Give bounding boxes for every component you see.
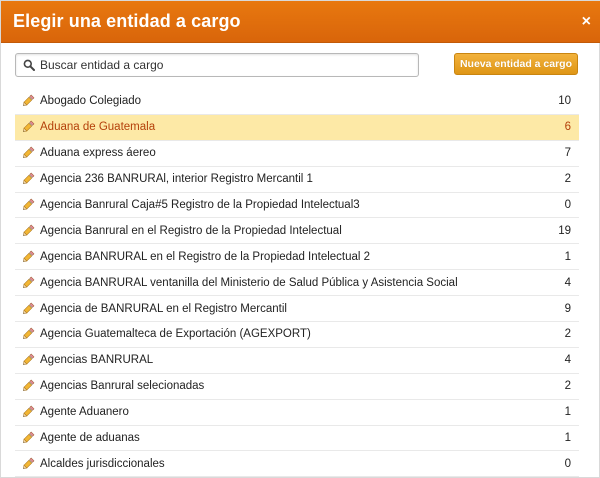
list-item[interactable]: Agencias Banrural selecionadas 2 xyxy=(15,374,579,400)
list-item-label: Agencia Banrural en el Registro de la Pr… xyxy=(40,224,342,237)
list-item-label: Abogado Colegiado xyxy=(40,95,142,108)
list-item[interactable]: Agencias BANRURAL 4 xyxy=(15,348,579,374)
list-item-count: 10 xyxy=(558,95,571,108)
list-item-count: 2 xyxy=(564,328,571,341)
choose-entity-dialog: Elegir una entidad a cargo × Nueva entid… xyxy=(0,0,600,478)
list-item-count: 4 xyxy=(564,276,571,289)
list-item-count: 19 xyxy=(558,224,571,237)
pencil-icon xyxy=(19,325,37,343)
pencil-icon xyxy=(19,455,37,473)
pencil-icon xyxy=(19,170,37,188)
list-item[interactable]: Alcaldes jurisdiccionales 0 xyxy=(15,451,579,478)
search-icon xyxy=(18,54,40,76)
list-item[interactable]: Agente Aduanero 1 xyxy=(15,400,579,426)
dialog-titlebar: Elegir una entidad a cargo × xyxy=(1,1,600,43)
list-item[interactable]: Agencia de BANRURAL en el Registro Merca… xyxy=(15,296,579,323)
list-item-label: Agente de aduanas xyxy=(40,432,140,445)
search-input[interactable] xyxy=(40,55,410,75)
dialog-title: Elegir una entidad a cargo xyxy=(13,11,241,31)
list-item[interactable]: Aduana de Guatemala 6 xyxy=(15,114,579,141)
list-item-count: 1 xyxy=(564,432,571,445)
pencil-icon xyxy=(19,222,37,240)
pencil-icon xyxy=(19,403,37,421)
list-item[interactable]: Agencia Banrural Caja#5 Registro de la P… xyxy=(15,193,579,219)
list-item-count: 6 xyxy=(564,121,571,134)
pencil-icon xyxy=(19,351,37,369)
list-item-label: Agencia BANRURAL ventanilla del Minister… xyxy=(40,276,458,289)
pencil-icon xyxy=(19,300,37,318)
list-item-count: 0 xyxy=(564,199,571,211)
pencil-icon xyxy=(19,377,37,395)
list-item-label: Agencia Banrural Caja#5 Registro de la P… xyxy=(40,199,360,211)
list-item-count: 0 xyxy=(564,457,571,470)
list-item-label: Agencias Banrural selecionadas xyxy=(40,380,205,393)
list-item-count: 2 xyxy=(564,173,571,186)
close-icon[interactable]: × xyxy=(582,13,591,31)
new-entity-button[interactable]: Nueva entidad a cargo xyxy=(454,53,578,75)
toolbar: Nueva entidad a cargo xyxy=(1,43,600,91)
list-item[interactable]: Agencia 236 BANRURAl, interior Registro … xyxy=(15,167,579,193)
list-item-label: Agencia de BANRURAL en el Registro Merca… xyxy=(40,302,287,315)
list-item-label: Agencias BANRURAL xyxy=(40,354,154,367)
pencil-icon xyxy=(19,248,37,266)
entity-list: Abogado Colegiado 10 Aduana de Guatemala 6 A… xyxy=(1,89,600,478)
pencil-icon xyxy=(19,118,37,136)
list-item[interactable]: Agencia BANRURAL en el Registro de la Pr… xyxy=(15,244,579,271)
list-item-count: 2 xyxy=(564,380,571,393)
list-item[interactable]: Agencia BANRURAL ventanilla del Minister… xyxy=(15,270,579,297)
list-item-label: Aduana de Guatemala xyxy=(40,121,156,134)
pencil-icon xyxy=(19,144,37,162)
list-item-count: 7 xyxy=(564,147,571,160)
list-item-count: 1 xyxy=(564,250,571,263)
list-item-count: 9 xyxy=(564,302,571,315)
pencil-icon xyxy=(19,274,37,292)
list-item-label: Aduana express áereo xyxy=(40,147,156,160)
pencil-icon xyxy=(19,196,37,214)
list-item[interactable]: Agencia Banrural en el Registro de la Pr… xyxy=(15,218,579,245)
list-item[interactable]: Agente de aduanas 1 xyxy=(15,426,579,452)
list-item-label: Agencia BANRURAL en el Registro de la Pr… xyxy=(40,250,371,263)
list-item-label: Agente Aduanero xyxy=(40,406,129,419)
list-item-label: Agencia Guatemalteca de Exportación (AGE… xyxy=(40,328,311,341)
search-box xyxy=(15,53,419,77)
list-item[interactable]: Aduana express áereo 7 xyxy=(15,141,579,167)
list-item-label: Alcaldes jurisdiccionales xyxy=(40,457,165,470)
list-item-count: 4 xyxy=(564,354,571,367)
list-item[interactable]: Agencia Guatemalteca de Exportación (AGE… xyxy=(15,322,579,348)
pencil-icon xyxy=(19,92,37,110)
pencil-icon xyxy=(19,429,37,447)
list-item[interactable]: Abogado Colegiado 10 xyxy=(15,89,579,115)
list-item-label: Agencia 236 BANRURAl, interior Registro … xyxy=(40,173,313,186)
list-item-count: 1 xyxy=(564,406,571,419)
